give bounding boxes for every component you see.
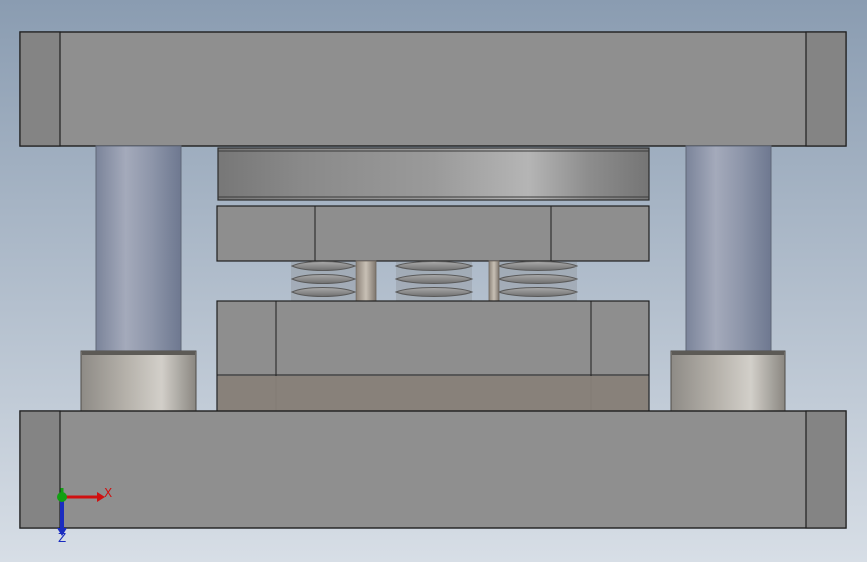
left-pillar-shaft [95,145,182,353]
punch-holder[interactable] [216,205,650,262]
right-bushing[interactable] [670,350,786,412]
right-pillar-shaft [685,145,772,353]
left-bushing-lip [82,351,195,355]
left-bushing-body [80,350,197,412]
base-plate-left-cap [19,410,61,529]
top-plate-body [19,31,847,147]
guide-pin-left [355,260,377,303]
upper-disc[interactable] [217,147,650,201]
right-bushing-lip [672,351,784,355]
base-plate[interactable] [19,410,847,529]
spring-center [394,261,474,302]
z-axis-label: Z [58,531,66,545]
spring-right [497,261,579,302]
right-pillar[interactable] [685,145,772,353]
spring-assembly[interactable] [290,260,579,303]
upper-disc-body [217,147,650,201]
base-plate-body [19,410,847,529]
guide-pin-right [488,260,500,303]
die-set-assembly: X Z [0,0,867,562]
left-bushing[interactable] [80,350,197,412]
top-plate-left-cap [19,31,61,147]
punch-holder-body [216,205,650,262]
x-axis-label: X [104,486,112,500]
die-block-lower-band [218,376,648,411]
spring-left [290,261,357,302]
top-plate[interactable] [19,31,847,147]
base-plate-right-cap [805,410,847,529]
left-pillar[interactable] [95,145,182,353]
die-block[interactable] [216,300,650,412]
cad-viewport[interactable]: X Z [0,0,867,562]
right-bushing-body [670,350,786,412]
top-plate-right-cap [805,31,847,147]
